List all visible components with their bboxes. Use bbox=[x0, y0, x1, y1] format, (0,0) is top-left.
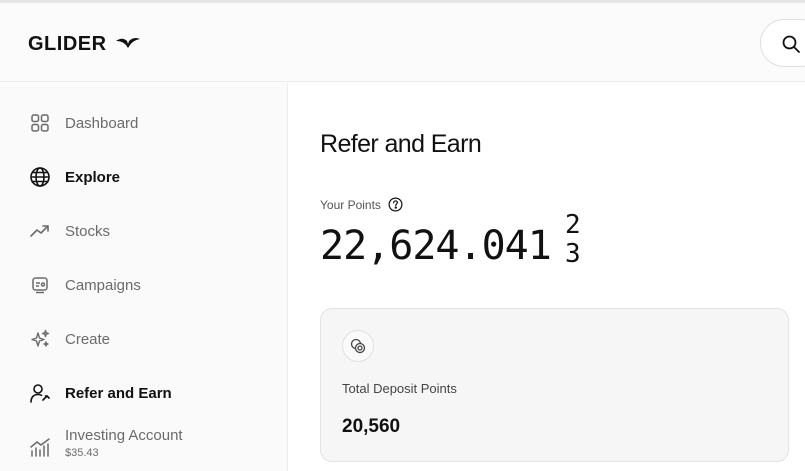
points-value: 22,624.041 bbox=[320, 223, 552, 269]
user-refer-icon bbox=[28, 381, 52, 405]
search-icon bbox=[781, 34, 801, 59]
globe-icon bbox=[28, 165, 52, 189]
account-balance: $35.43 bbox=[65, 447, 99, 459]
sparkles-icon bbox=[28, 327, 52, 351]
campaign-icon bbox=[28, 273, 52, 297]
page-title: Refer and Earn bbox=[320, 130, 482, 158]
sidebar: Dashboard Explore Stocks Campaigns Creat… bbox=[0, 83, 288, 471]
sidebar-item-campaigns[interactable]: Campaigns bbox=[28, 271, 141, 299]
app-header: GLIDER bbox=[0, 3, 805, 82]
investing-account-texts: Investing Account $35.43 bbox=[65, 427, 183, 459]
points-label: Your Points bbox=[320, 197, 381, 212]
deposit-points-card: Total Deposit Points 20,560 bbox=[320, 308, 789, 462]
points-rolling-digit: 2 3 bbox=[565, 211, 587, 269]
sidebar-item-dashboard[interactable]: Dashboard bbox=[28, 109, 138, 137]
rolling-digit-next: 3 bbox=[565, 239, 581, 269]
sidebar-item-label: Explore bbox=[65, 168, 121, 186]
grid-icon bbox=[28, 111, 52, 135]
brand-logo[interactable]: GLIDER bbox=[28, 32, 141, 56]
bird-logo-icon bbox=[115, 35, 141, 54]
sidebar-item-stocks[interactable]: Stocks bbox=[28, 217, 110, 245]
card-label: Total Deposit Points bbox=[342, 381, 457, 396]
sidebar-item-label: Dashboard bbox=[65, 114, 139, 132]
points-label-row: Your Points bbox=[320, 197, 403, 212]
sidebar-item-refer-and-earn[interactable]: Refer and Earn bbox=[28, 379, 172, 407]
sidebar-item-label: Stocks bbox=[65, 222, 111, 240]
card-value: 20,560 bbox=[342, 416, 401, 437]
trend-up-icon bbox=[28, 219, 52, 243]
main-content: Refer and Earn Your Points 22,624.041 2 … bbox=[289, 83, 805, 471]
sidebar-item-investing-account[interactable]: Investing Account $35.43 bbox=[28, 427, 183, 467]
search-button[interactable] bbox=[760, 19, 805, 67]
help-icon[interactable] bbox=[388, 197, 403, 212]
brand-name: GLIDER bbox=[28, 32, 107, 55]
sidebar-item-label: Refer and Earn bbox=[65, 384, 172, 402]
sidebar-item-label: Investing Account bbox=[65, 427, 183, 444]
coins-icon bbox=[342, 330, 374, 362]
sidebar-item-label: Create bbox=[65, 330, 111, 348]
rolling-digit-current: 2 bbox=[565, 211, 581, 240]
bar-chart-icon bbox=[28, 435, 52, 459]
sidebar-item-label: Campaigns bbox=[65, 276, 141, 294]
sidebar-item-create[interactable]: Create bbox=[28, 325, 110, 353]
sidebar-item-explore[interactable]: Explore bbox=[28, 163, 120, 191]
